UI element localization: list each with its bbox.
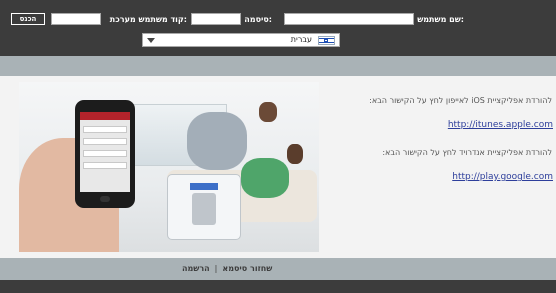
username-input[interactable] <box>284 13 414 25</box>
system-code-label: קוד משתמש מערכת: <box>109 15 187 24</box>
password-label: סיסמה: <box>244 15 272 24</box>
android-download-text: להורדת אפליקציית אנדרויד לחץ על הקישור ה… <box>382 148 552 157</box>
alarm-panel-display <box>190 183 218 190</box>
promo-phone-row <box>83 138 127 145</box>
promo-image <box>19 82 319 252</box>
promo-phone-screen <box>80 112 130 192</box>
promo-person-woman-head <box>287 144 303 164</box>
android-download-link[interactable]: http://play.google.com <box>452 172 553 182</box>
promo-phone-home-button <box>100 196 110 202</box>
password-input[interactable] <box>191 13 241 25</box>
footer-separator: | <box>214 264 218 273</box>
header-band <box>0 56 556 76</box>
promo-phone-row <box>83 150 127 157</box>
promo-person-man <box>187 112 247 170</box>
israel-flag-icon <box>318 36 335 45</box>
chevron-down-icon <box>147 38 155 43</box>
footer-links: שחזור סיסמא | הרשמה <box>182 264 272 273</box>
language-select[interactable]: עברית <box>142 33 340 47</box>
bottom-bar <box>0 280 556 293</box>
reset-password-link[interactable]: שחזור סיסמא <box>222 264 272 273</box>
alarm-panel-keypad <box>192 193 216 225</box>
ios-download-link[interactable]: http://itunes.apple.com <box>448 120 553 130</box>
top-login-bar: שם משתמש: סיסמה: קוד משתמש מערכת: הכנס ע… <box>0 0 556 56</box>
ios-download-text: להורדת אפליקציית iOS לאייפון לחץ על הקיש… <box>369 96 552 105</box>
register-link[interactable]: הרשמה <box>182 264 210 273</box>
promo-person-woman <box>241 158 289 198</box>
promo-person-head <box>259 102 277 122</box>
promo-phone-row <box>83 126 127 133</box>
promo-phone-header <box>80 112 130 120</box>
promo-phone <box>75 100 135 208</box>
username-label: שם משתמש: <box>417 15 464 24</box>
promo-phone-row <box>83 162 127 169</box>
login-button[interactable]: הכנס <box>11 13 45 25</box>
alarm-panel <box>167 174 241 240</box>
system-code-input[interactable] <box>51 13 101 25</box>
language-selected-label: עברית <box>290 35 312 44</box>
footer-bar: שחזור סיסמא | הרשמה <box>0 258 556 280</box>
